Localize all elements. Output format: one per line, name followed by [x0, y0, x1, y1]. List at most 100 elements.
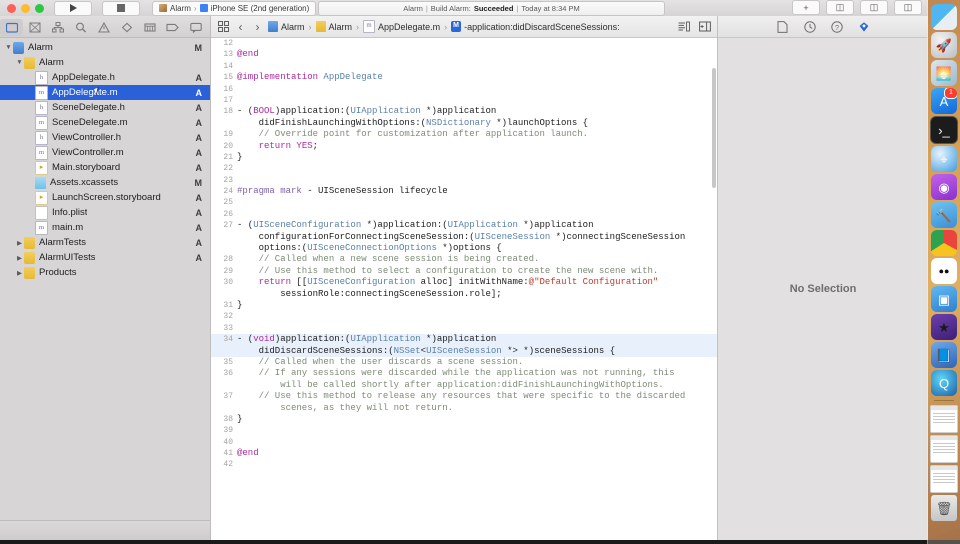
issue-navigator-tab[interactable] [92, 19, 115, 36]
dock-item-finder[interactable] [931, 4, 957, 30]
code-line[interactable]: 21} [211, 152, 717, 163]
inspector-toggle-button[interactable]: ◫ [894, 0, 922, 15]
breadcrumb-item[interactable]: -application:didDiscardSceneSessions: [464, 22, 620, 32]
file-row[interactable]: ▸ LaunchScreen.storyboard A [0, 190, 210, 205]
file-row[interactable]: m ViewController.m A [0, 145, 210, 160]
dock-item-imovie[interactable]: ★ [931, 314, 957, 340]
quick-help-inspector-tab[interactable]: ? [830, 20, 844, 34]
file-row[interactable]: ▶ AlarmTests A [0, 235, 210, 250]
file-row[interactable]: h AppDelegate.h A [0, 70, 210, 85]
find-navigator-tab[interactable] [69, 19, 92, 36]
file-row[interactable]: ▸ Main.storyboard A [0, 160, 210, 175]
navigator-toggle-button[interactable]: ◫ [826, 0, 854, 15]
code-line[interactable]: 26 [211, 209, 717, 220]
dock-minimized-window-document[interactable] [930, 435, 958, 463]
code-line[interactable]: 24 #pragma mark - UISceneSession lifecycl… [211, 186, 717, 197]
project-file-list[interactable]: ▼ Alarm M ▼ Alarm h AppDelegate.h Am AppDelegate… [0, 38, 210, 520]
code-line[interactable]: 30 return [[UISceneConfiguration alloc] … [211, 277, 717, 288]
disclosure-triangle-icon[interactable]: ▼ [15, 59, 24, 66]
scheme-selector[interactable]: Alarm › iPhone SE (2nd generation) [152, 0, 317, 16]
code-line[interactable]: 29 // Use this method to select a config… [211, 266, 717, 277]
close-button[interactable] [7, 3, 16, 13]
code-line[interactable]: 40 [211, 437, 717, 448]
stop-button[interactable] [102, 0, 140, 16]
window-controls[interactable] [0, 3, 44, 13]
code-line[interactable]: 39 [211, 425, 717, 436]
dock-item-app-store[interactable]: A1 [931, 88, 957, 114]
navigator-filter-bar[interactable] [0, 520, 210, 540]
code-line[interactable]: sessionRole:connectingSceneSession.role]… [211, 289, 717, 300]
dock-item-photos[interactable]: 🌅 [931, 60, 957, 86]
history-inspector-tab[interactable] [803, 20, 817, 34]
dock-item-podcasts[interactable]: ◉ [931, 174, 957, 200]
dock-item-quicktime[interactable]: Q [931, 370, 957, 396]
library-button[interactable]: + [792, 0, 820, 15]
breadcrumb-item[interactable]: AppDelegate.m [378, 22, 440, 32]
source-code-editor[interactable]: 12 13 @end 14 15 @implementation AppDelegate 1… [211, 38, 717, 540]
related-items-icon[interactable] [217, 20, 230, 33]
code-line[interactable]: 25 [211, 197, 717, 208]
dock-item-trash[interactable]: 🗑 [931, 495, 957, 521]
file-row[interactable]: ▼ Alarm [0, 55, 210, 70]
debug-area-toggle-button[interactable]: ◫ [860, 0, 888, 15]
dock-item-xcode[interactable]: 🔨 [931, 202, 957, 228]
project-navigator-tab[interactable] [0, 18, 23, 36]
file-row[interactable]: m main.m A [0, 220, 210, 235]
code-line[interactable]: didFinishLaunchingWithOptions:(NSDiction… [211, 118, 717, 129]
dock-item-zoom[interactable]: ●● [931, 258, 957, 284]
code-line[interactable]: 28 // Called when a new scene session is… [211, 254, 717, 265]
file-row[interactable]: ▼ Alarm M [0, 40, 210, 55]
breakpoint-navigator-tab[interactable] [161, 19, 184, 36]
macos-dock[interactable]: 🚀 🌅 A 1 ›_ ⌖ ◉ 🔨 ●● ▣ ★ 📘 Q 🗑 [927, 0, 960, 544]
code-line[interactable]: 42 [211, 459, 717, 470]
code-line[interactable]: 13 @end [211, 49, 717, 60]
code-line[interactable]: 18 - (BOOL)application:(UIApplication *)a… [211, 106, 717, 117]
code-line[interactable]: 17 [211, 95, 717, 106]
file-row[interactable]: Assets.xcassets M [0, 175, 210, 190]
code-line[interactable]: 37 // Use this method to release any res… [211, 391, 717, 402]
dock-minimized-window-media[interactable] [930, 465, 958, 493]
debug-navigator-tab[interactable] [138, 19, 161, 36]
zoom-button[interactable] [35, 3, 44, 13]
file-inspector-tab[interactable] [776, 20, 790, 34]
dock-item-keynote[interactable]: ▣ [931, 286, 957, 312]
symbol-navigator-tab[interactable] [46, 19, 69, 36]
run-button[interactable] [54, 0, 92, 16]
code-line[interactable]: 32 [211, 311, 717, 322]
source-control-navigator-tab[interactable] [23, 19, 46, 36]
dock-item-chrome[interactable] [931, 230, 957, 256]
minimap-icon[interactable] [677, 20, 690, 33]
code-line[interactable]: 34 - (void)application:(UIApplication *)a… [211, 334, 717, 346]
editor-scrollbar[interactable] [712, 68, 716, 188]
code-line[interactable]: 36 // If any sessions were discarded whi… [211, 368, 717, 379]
code-line[interactable]: 38} [211, 414, 717, 425]
code-line[interactable]: will be called shortly after application… [211, 380, 717, 391]
code-line[interactable]: 14 [211, 61, 717, 72]
code-line[interactable]: configurationForConnectingSceneSession:(… [211, 232, 717, 243]
dock-item-dictionary[interactable]: 📘 [931, 342, 957, 368]
breadcrumb[interactable]: Alarm › Alarm › m AppDelegate.m › M -application… [268, 20, 620, 33]
file-row[interactable]: m SceneDelegate.m A [0, 115, 210, 130]
file-row[interactable]: ▶ AlarmUITests A [0, 250, 210, 265]
breadcrumb-item[interactable]: Alarm [281, 22, 305, 32]
breadcrumb-item[interactable]: Alarm [329, 22, 353, 32]
code-line[interactable]: 16 [211, 84, 717, 95]
file-row[interactable]: Info.plist A [0, 205, 210, 220]
disclosure-triangle-icon[interactable]: ▶ [15, 269, 24, 277]
assistant-editor-icon[interactable] [698, 20, 711, 33]
code-line[interactable]: 41 @end [211, 448, 717, 459]
dock-item-safari[interactable]: ⌖ [931, 146, 957, 172]
disclosure-triangle-icon[interactable]: ▼ [4, 44, 13, 51]
code-line[interactable]: 33 [211, 323, 717, 334]
forward-button[interactable]: › [251, 20, 264, 34]
code-line[interactable]: 31} [211, 300, 717, 311]
back-button[interactable]: ‹ [234, 20, 247, 34]
code-line[interactable]: 35 // Called when the user discards a sc… [211, 357, 717, 368]
code-line[interactable]: 22 [211, 163, 717, 174]
dock-item-launchpad[interactable]: 🚀 [931, 32, 957, 58]
disclosure-triangle-icon[interactable]: ▶ [15, 254, 24, 262]
disclosure-triangle-icon[interactable]: ▶ [15, 239, 24, 247]
code-line[interactable]: 27 - (UISceneConfiguration *)application:… [211, 220, 717, 231]
dock-minimized-window-chrome[interactable] [930, 405, 958, 433]
code-line[interactable]: 15 @implementation AppDelegate [211, 72, 717, 83]
